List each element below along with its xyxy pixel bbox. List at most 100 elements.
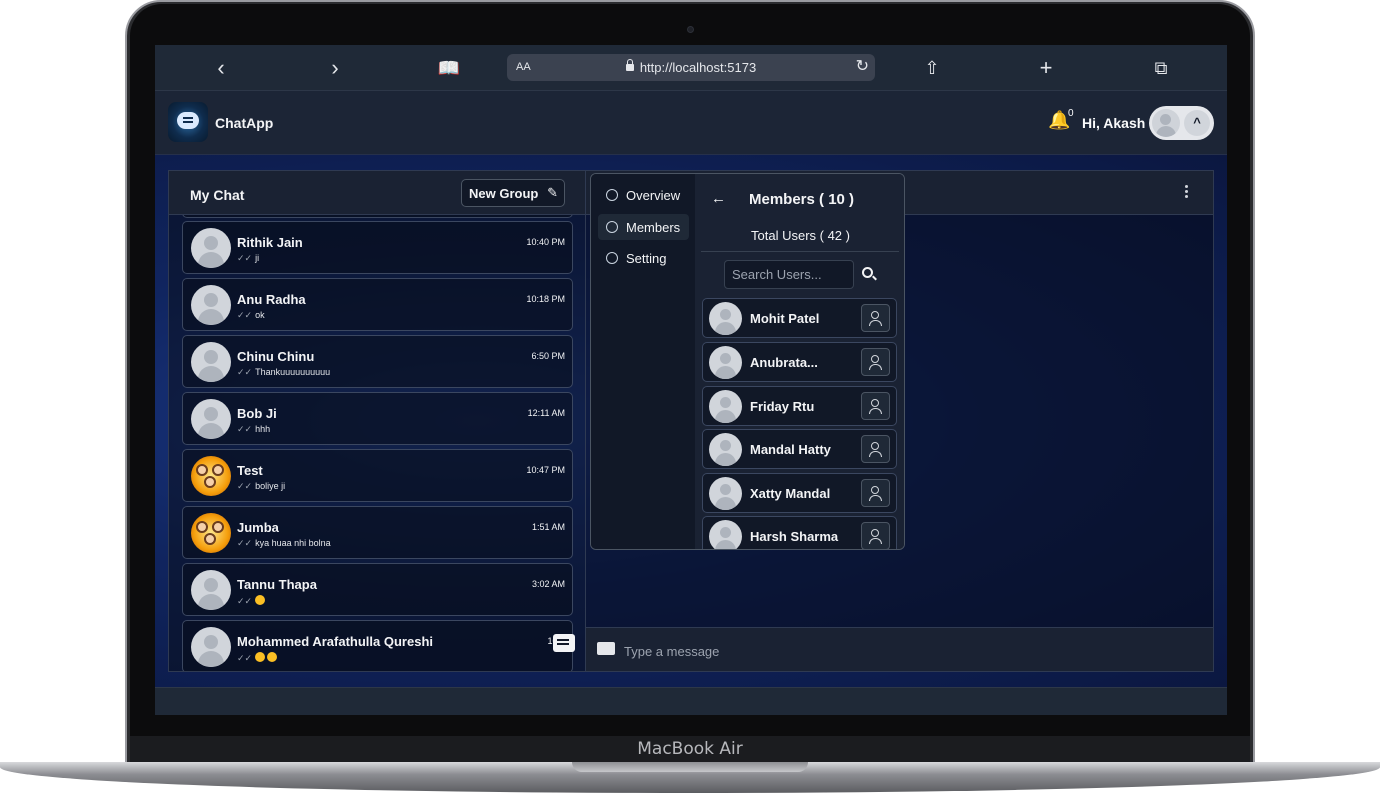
chat-item-chinu-chinu[interactable]: Chinu Chinu 6:50 PM ✓✓ Thankuuuuuuuuuu: [182, 335, 573, 388]
message-input[interactable]: [624, 641, 1184, 661]
tab-setting[interactable]: Setting: [598, 245, 689, 271]
chatapp-logo[interactable]: [168, 102, 208, 142]
member-name: Anubrata...: [750, 355, 818, 370]
chat-list[interactable]: Rithik Jain 10:40 PM ✓✓ ji Anu Radha 10:1…: [169, 215, 585, 671]
member-row[interactable]: Mandal Hatty: [702, 429, 897, 469]
chat-name: Anu Radha: [237, 292, 306, 307]
avatar: [191, 399, 231, 439]
group-info-modal: Overview Members Setting ← Members ( 10 …: [590, 173, 905, 550]
chat-name: Tannu Thapa: [237, 577, 317, 592]
chat-list-header: My Chat New Group ✎: [169, 171, 585, 215]
url-display: http://localhost:5173: [507, 59, 875, 75]
chat-item-tannu-thapa[interactable]: Tannu Thapa 3:02 AM ✓✓: [182, 563, 573, 616]
new-group-label: New Group: [469, 186, 539, 201]
chat-item-mohammed-arafathulla-qureshi[interactable]: Mohammed Arafathulla Qureshi 10:0 ✓✓: [182, 620, 573, 671]
user-plus-icon: [871, 311, 879, 319]
divider: [701, 251, 899, 252]
chat-name: Bob Ji: [237, 406, 277, 421]
tab-overview[interactable]: Overview: [598, 182, 689, 208]
chat-last-message: ✓✓ Thankuuuuuuuuuu: [237, 367, 331, 377]
group-modal-sidebar: Overview Members Setting: [591, 174, 695, 549]
avatar: [709, 390, 742, 423]
app-name[interactable]: ChatApp: [215, 115, 273, 131]
new-group-button[interactable]: New Group ✎: [461, 179, 565, 207]
bottom-bar: [155, 687, 1227, 715]
member-row[interactable]: Xatty Mandal: [702, 473, 897, 513]
chat-name: Chinu Chinu: [237, 349, 315, 364]
more-options-icon[interactable]: [1185, 185, 1189, 201]
add-user-button[interactable]: [861, 435, 890, 463]
member-row[interactable]: Friday Rtu: [702, 386, 897, 426]
grin-emoji-icon: [267, 652, 278, 662]
member-row[interactable]: Mohit Patel: [702, 298, 897, 338]
reload-icon[interactable]: ↻: [856, 56, 869, 76]
search-icon[interactable]: [862, 267, 873, 278]
browser-toolbar: ‹ › 📖 AA http://localhost:5173 ↻ ⇧ + ⧉: [155, 45, 1227, 91]
new-tab-icon[interactable]: +: [1033, 55, 1059, 81]
member-row[interactable]: Harsh Sharma: [702, 516, 897, 549]
bookmarks-icon[interactable]: 📖: [436, 55, 462, 81]
device-label: MacBook Air: [637, 739, 743, 759]
chat-last-message: ✓✓ ji: [237, 253, 260, 263]
chat-item-jumba[interactable]: Jumba 1:51 AM ✓✓ kya huaa nhi bolna: [182, 506, 573, 559]
list-item[interactable]: [182, 215, 573, 218]
folder-icon[interactable]: [597, 642, 615, 655]
new-chat-message-icon[interactable]: [553, 634, 579, 656]
tab-members[interactable]: Members: [598, 214, 689, 240]
members-pane: ← Members ( 10 ) Total Users ( 42 ) Mohi…: [695, 174, 904, 549]
search-users-input[interactable]: [724, 260, 854, 289]
double-check-icon: ✓✓: [237, 481, 253, 491]
grin-emoji-icon: [255, 652, 266, 662]
share-icon[interactable]: ⇧: [919, 55, 945, 81]
chat-time: 10:40 PM: [526, 237, 565, 247]
add-user-button[interactable]: [861, 522, 890, 549]
chat-list-title: My Chat: [190, 187, 245, 203]
member-row[interactable]: Anubrata...: [702, 342, 897, 382]
chat-last-message: ✓✓ ok: [237, 310, 265, 320]
app-header: ChatApp 🔔 0 Hi, Akash ^: [155, 91, 1227, 155]
double-check-icon: ✓✓: [237, 310, 253, 320]
chat-name: Mohammed Arafathulla Qureshi: [237, 634, 433, 649]
chat-item-rithik-jain[interactable]: Rithik Jain 10:40 PM ✓✓ ji: [182, 221, 573, 274]
url-text: http://localhost:5173: [639, 60, 757, 75]
chat-last-message: ✓✓ boliye ji: [237, 481, 286, 491]
chat-list-panel: My Chat New Group ✎ Rithik Jain 10:40 PM…: [168, 170, 586, 672]
double-check-icon: ✓✓: [237, 538, 253, 548]
profile-menu-button[interactable]: ^: [1149, 106, 1214, 140]
add-user-button[interactable]: [861, 479, 890, 507]
group-avatar: [191, 513, 231, 553]
avatar: [709, 346, 742, 379]
lock-icon: [625, 59, 634, 71]
member-name: Harsh Sharma: [750, 529, 839, 544]
chat-item-bob-ji[interactable]: Bob Ji 12:11 AM ✓✓ hhh: [182, 392, 573, 445]
chat-last-message: ✓✓ kya huaa nhi bolna: [237, 538, 331, 548]
tabs-icon[interactable]: ⧉: [1148, 55, 1174, 81]
member-name: Mohit Patel: [750, 311, 820, 326]
tab-label: Setting: [626, 251, 667, 266]
back-arrow-icon[interactable]: ←: [711, 190, 726, 207]
add-user-button[interactable]: [861, 304, 890, 332]
avatar: [709, 520, 742, 549]
double-check-icon: ✓✓: [237, 653, 253, 663]
member-name: Xatty Mandal: [750, 486, 831, 501]
chat-item-anu-radha[interactable]: Anu Radha 10:18 PM ✓✓ ok: [182, 278, 573, 331]
user-greeting: Hi, Akash: [1082, 115, 1146, 131]
avatar: [191, 342, 231, 382]
chat-item-test[interactable]: Test 10:47 PM ✓✓ boliye ji: [182, 449, 573, 502]
chevron-up-icon: ^: [1184, 110, 1210, 136]
add-user-button[interactable]: [861, 392, 890, 420]
chat-last-message: ✓✓: [237, 595, 267, 607]
gear-icon: [606, 252, 618, 264]
avatar: [709, 302, 742, 335]
laptop-notch: [572, 762, 808, 772]
notification-count: 0: [1068, 108, 1074, 119]
member-name: Friday Rtu: [750, 399, 815, 414]
user-plus-icon: [871, 529, 879, 537]
forward-icon[interactable]: ›: [322, 55, 348, 81]
add-user-button[interactable]: [861, 348, 890, 376]
chat-name: Jumba: [237, 520, 279, 535]
tab-label: Members: [626, 220, 681, 235]
back-icon[interactable]: ‹: [208, 55, 234, 81]
user-plus-icon: [871, 399, 879, 407]
address-bar[interactable]: AA http://localhost:5173 ↻: [507, 54, 875, 81]
